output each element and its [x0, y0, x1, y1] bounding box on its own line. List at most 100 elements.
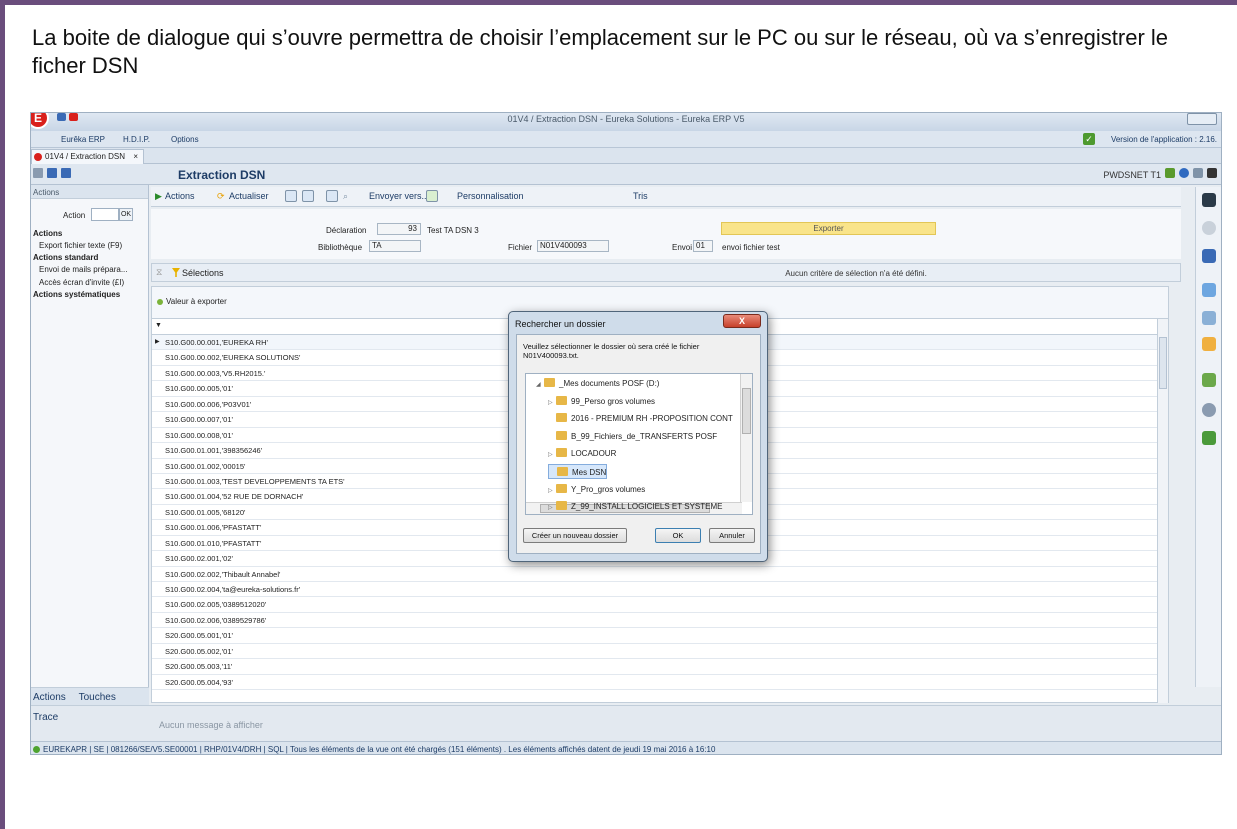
expand-icon[interactable]: ▷ — [548, 484, 556, 499]
tree-vscroll-thumb[interactable] — [742, 388, 751, 434]
slide-caption: La boite de dialogue qui s’ouvre permett… — [32, 25, 1169, 78]
grid-scroll-thumb[interactable] — [1159, 337, 1167, 389]
help-icon[interactable] — [1179, 168, 1189, 178]
tree-vertical-scrollbar[interactable] — [740, 374, 752, 502]
table-row[interactable]: S20.G00.05.003,'11' — [152, 659, 1168, 675]
table-row[interactable]: S10.G00.02.002,'Thibault Annabel' — [152, 567, 1168, 582]
grid-scrollbar[interactable] — [1157, 319, 1168, 703]
folder-node[interactable]: ▷ 99_Perso gros volumes — [548, 394, 655, 409]
excel-icon[interactable] — [426, 190, 438, 202]
table-row[interactable]: S10.G00.02.004,'ta@eureka-solutions.fr' — [152, 582, 1168, 598]
header-tools — [33, 168, 75, 180]
table-row[interactable]: S20.G00.05.004,'93' — [152, 675, 1168, 691]
user-icon[interactable] — [1165, 168, 1175, 178]
version-check-icon: ✓ — [1083, 133, 1095, 145]
new-folder-button[interactable]: Créer un nouveau dossier — [523, 528, 627, 543]
ok-button[interactable]: OK — [655, 528, 701, 543]
terminal-icon[interactable] — [1202, 193, 1216, 207]
expand-icon[interactable]: ▷ — [548, 501, 556, 516]
personalize-menu[interactable]: Personnalisation — [457, 191, 524, 201]
table-row[interactable]: S10.G00.02.006,'0389529786' — [152, 613, 1168, 629]
save-icon[interactable] — [47, 168, 57, 178]
selection-message: Aucun critère de sélection n'a été défin… — [785, 269, 927, 278]
form-view-icon[interactable] — [302, 190, 314, 202]
expand-icon[interactable]: ▷ — [548, 448, 556, 463]
file-field[interactable]: N01V400093 — [537, 240, 609, 252]
folder-label: Mes DSN — [572, 468, 607, 477]
grid-toolbar: ▶ Actions ⟳ Actualiser ⌕ Envoyer vers...… — [151, 187, 1181, 207]
row-value: S20.G00.05.003,'11' — [165, 662, 233, 672]
action-entry-row: Action OK — [31, 207, 149, 223]
menu-dropdown-icon[interactable] — [33, 168, 43, 178]
report-icon[interactable] — [1202, 311, 1216, 325]
menu-eureka-erp[interactable]: Eurêka ERP — [61, 135, 105, 144]
row-value: S10.G00.01.002,'00015' — [165, 461, 246, 471]
expand-icon[interactable]: ▷ — [548, 396, 556, 411]
users-icon[interactable] — [1202, 249, 1216, 263]
actions-menu[interactable]: Actions — [165, 191, 195, 201]
search-icon[interactable]: ⌕ — [343, 191, 348, 202]
folder-icon — [556, 483, 567, 493]
table-row[interactable]: S10.G00.02.005,'0389512020' — [152, 597, 1168, 613]
tab-actions[interactable]: Actions — [33, 692, 66, 703]
row-value: S10.G00.01.005,'68120' — [165, 507, 246, 517]
refresh-icon[interactable] — [61, 168, 71, 178]
search-icon[interactable] — [1202, 221, 1216, 235]
action-send-mails[interactable]: Envoi de mails prépara... — [39, 265, 128, 274]
folder-icon — [556, 430, 567, 440]
chart-view-icon[interactable] — [326, 190, 338, 202]
library-field[interactable]: TA — [369, 240, 421, 252]
status-text: EUREKAPR | SE | 081266/SE/V5.SE00001 | R… — [43, 745, 716, 754]
table-row[interactable]: S20.G00.05.001,'01' — [152, 628, 1168, 644]
folder-label: _Mes documents POSF (D:) — [559, 379, 660, 388]
cancel-button[interactable]: Annuler — [709, 528, 755, 543]
action-ok-button[interactable]: OK — [119, 208, 133, 221]
group-actions-systematic[interactable]: Actions systématiques — [33, 290, 120, 299]
tab-extraction-dsn[interactable]: 01V4 / Extraction DSN × — [31, 149, 144, 164]
folder-node[interactable]: B_99_Fichiers_de_TRANSFERTS POSF — [548, 429, 717, 444]
tab-touches[interactable]: Touches — [79, 692, 116, 703]
grid-view-icon[interactable] — [285, 190, 297, 202]
declaration-field[interactable]: 93 — [377, 223, 421, 235]
add-document-icon[interactable] — [1202, 431, 1216, 445]
fullscreen-icon[interactable] — [1193, 168, 1203, 178]
folder-node[interactable]: 2016 - PREMIUM RH -PROPOSITION CONT — [548, 411, 733, 426]
filter-row-icon: ▼ — [155, 322, 162, 329]
export-button[interactable]: Exporter — [721, 222, 936, 235]
folder-icon — [544, 378, 555, 387]
tab-close-icon[interactable]: × — [133, 150, 138, 163]
window-icon[interactable] — [1202, 373, 1216, 387]
row-value: S10.G00.00.001,'EUREKA RH' — [165, 338, 268, 347]
extraction-form: Déclaration 93 Test TA DSN 3 Bibliothèqu… — [151, 209, 1181, 259]
action-input[interactable] — [91, 208, 119, 221]
table-row[interactable]: S20.G00.05.002,'01' — [152, 644, 1168, 660]
dialog-close-button[interactable]: X — [723, 314, 761, 328]
group-actions[interactable]: Actions — [33, 229, 62, 238]
table-icon[interactable] — [1202, 337, 1216, 351]
refresh-button[interactable]: Actualiser — [229, 191, 269, 201]
send-to-button[interactable]: Envoyer vers... — [369, 191, 429, 201]
comment-icon[interactable] — [1202, 283, 1216, 297]
folder-node[interactable]: ▷ Z_99_INSTALL LOGICIELS ET SYSTEME — [548, 499, 722, 514]
folder-node[interactable]: Mes DSN — [548, 464, 608, 479]
close-icon[interactable] — [1207, 168, 1217, 178]
window-controls[interactable] — [1187, 113, 1217, 125]
send-field[interactable]: 01 — [693, 240, 713, 252]
settings-icon[interactable] — [1202, 403, 1216, 417]
action-prompt-screen[interactable]: Accès écran d'invite (£I) — [39, 278, 124, 287]
sort-button[interactable]: Tris — [633, 191, 648, 201]
expand-icon[interactable]: ◢ — [536, 378, 544, 393]
folder-node[interactable]: ▷ LOCADOUR — [548, 446, 616, 461]
menu-hdip[interactable]: H.D.I.P. — [123, 135, 150, 144]
group-actions-standard[interactable]: Actions standard — [33, 253, 98, 262]
left-bottom-tabs: Actions Touches — [31, 687, 149, 707]
trace-tab[interactable]: Trace — [33, 712, 58, 723]
menu-options[interactable]: Options — [171, 135, 199, 144]
folder-label: B_99_Fichiers_de_TRANSFERTS POSF — [571, 431, 718, 441]
action-export-text[interactable]: Export fichier texte (F9) — [39, 241, 122, 250]
browse-folder-dialog: Rechercher un dossier X Veuillez sélecti… — [508, 311, 768, 562]
folder-node[interactable]: ▷ Y_Pro_gros volumes — [548, 482, 645, 497]
selection-bar: ⧖ Sélections Aucun critère de sélection … — [151, 263, 1181, 282]
folder-node[interactable]: ◢ _Mes documents POSF (D:) — [536, 376, 659, 391]
folder-tree: ◢ _Mes documents POSF (D:) ▷ 99_Perso gros … — [525, 373, 753, 515]
